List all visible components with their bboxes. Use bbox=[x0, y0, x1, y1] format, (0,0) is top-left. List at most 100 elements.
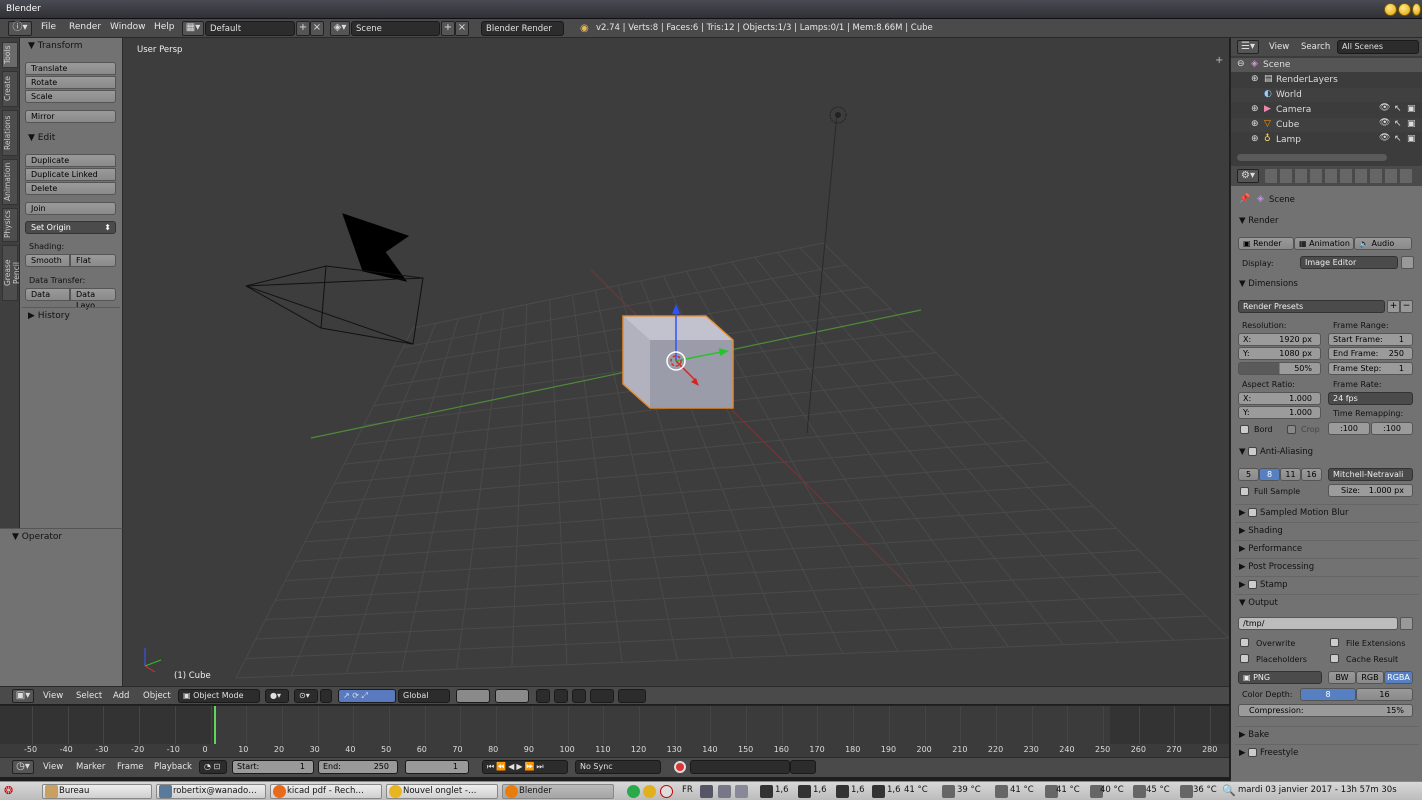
motion-blur-checkbox[interactable] bbox=[1248, 508, 1258, 517]
maximize-button[interactable] bbox=[1398, 3, 1411, 16]
keyboard-layout[interactable]: FR bbox=[682, 785, 693, 795]
end-frame-field[interactable]: End Frame: 250 bbox=[1328, 347, 1413, 360]
tab-animation[interactable]: Animation bbox=[2, 159, 18, 205]
close-button[interactable] bbox=[1412, 3, 1421, 16]
aa-samples-11[interactable]: 11 bbox=[1280, 468, 1301, 481]
editor-type-timeline-icon[interactable]: ◷▾ bbox=[12, 760, 34, 774]
add-layout-button[interactable]: + bbox=[296, 21, 310, 36]
proportional-edit-icon[interactable] bbox=[554, 689, 568, 703]
start-frame-field[interactable]: Start Frame: 1 bbox=[1328, 333, 1413, 346]
menu-window[interactable]: Window bbox=[110, 22, 146, 32]
tab-relations[interactable]: Relations bbox=[2, 110, 18, 156]
crop-checkbox[interactable] bbox=[1287, 425, 1296, 434]
join-button[interactable]: Join bbox=[25, 202, 116, 215]
resolution-x-field[interactable]: X: 1920 px bbox=[1238, 333, 1321, 346]
remove-scene-button[interactable]: × bbox=[455, 21, 469, 36]
timeline-menu-playback[interactable]: Playback bbox=[154, 762, 192, 772]
outliner-row-lamp[interactable]: ⊕ ♁ Lamp 👁 ↖ ▣ bbox=[1231, 133, 1422, 147]
color-bw-button[interactable]: BW bbox=[1328, 671, 1356, 684]
outliner-row-renderlayers[interactable]: ⊕ ▤ RenderLayers bbox=[1231, 73, 1422, 87]
history-panel-header[interactable]: ▶ History bbox=[28, 311, 70, 321]
data-transfer-button[interactable]: Data bbox=[25, 288, 70, 301]
tray-device-icon[interactable] bbox=[735, 785, 748, 798]
render-panel-header[interactable]: ▼ Render bbox=[1239, 216, 1279, 226]
end-frame-field[interactable]: End: 250 bbox=[318, 760, 398, 774]
menu-select[interactable]: Select bbox=[76, 691, 102, 701]
minimize-button[interactable] bbox=[1384, 3, 1397, 16]
tray-network-icon[interactable] bbox=[700, 785, 713, 798]
visibility-eye-icon[interactable]: 👁 bbox=[1379, 103, 1390, 113]
menu-view[interactable]: View bbox=[43, 691, 63, 701]
outliner-row-camera[interactable]: ⊕ ▶ Camera 👁 ↖ ▣ bbox=[1231, 103, 1422, 117]
lamp-object[interactable] bbox=[829, 106, 847, 124]
layers-group-2[interactable] bbox=[495, 689, 529, 703]
sync-select[interactable]: No Sync bbox=[575, 760, 661, 774]
tab-grease-pencil[interactable]: Grease Pencil bbox=[2, 245, 21, 301]
menu-object[interactable]: Object bbox=[143, 691, 171, 701]
file-format-select[interactable]: ▣ PNG bbox=[1238, 671, 1322, 684]
operator-panel-header[interactable]: ▼ Operator bbox=[12, 532, 62, 542]
frame-step-field[interactable]: Frame Step: 1 bbox=[1328, 362, 1413, 375]
task-chrome[interactable]: Nouvel onglet -… bbox=[386, 784, 498, 799]
selectable-arrow-icon[interactable]: ↖ bbox=[1394, 104, 1402, 114]
shading-panel-header[interactable]: ▶ Shading bbox=[1235, 522, 1419, 538]
record-icon[interactable] bbox=[674, 761, 686, 773]
task-mail[interactable]: robertix@wanado… bbox=[156, 784, 266, 799]
render-presets-select[interactable]: Render Presets bbox=[1238, 300, 1385, 313]
layers-group-1[interactable] bbox=[456, 689, 490, 703]
camera-object[interactable] bbox=[245, 213, 424, 345]
aspect-y-field[interactable]: Y: 1.000 bbox=[1238, 406, 1321, 419]
visibility-eye-icon[interactable]: 👁 bbox=[1379, 133, 1390, 143]
current-frame-field[interactable]: 1 bbox=[405, 760, 469, 774]
remove-layout-button[interactable]: × bbox=[310, 21, 324, 36]
menu-add[interactable]: Add bbox=[113, 691, 129, 701]
playback-controls[interactable]: ⏮⏪◀▶⏩⏭ bbox=[482, 760, 568, 774]
editor-type-3d-icon[interactable]: ▣▾ bbox=[12, 689, 34, 703]
color-rgb-button[interactable]: RGB bbox=[1356, 671, 1384, 684]
render-button[interactable]: ▣ Render bbox=[1238, 237, 1294, 250]
scene-icon[interactable]: ◈▾ bbox=[330, 21, 350, 36]
transform-panel-header[interactable]: ▼ Transform bbox=[28, 41, 83, 51]
render-preview-icons[interactable] bbox=[618, 689, 646, 703]
translate-button[interactable]: Translate bbox=[25, 62, 116, 75]
resolution-percentage-slider[interactable]: 50% bbox=[1238, 362, 1321, 375]
render-camera-icon[interactable]: ▣ bbox=[1407, 134, 1416, 144]
duplicate-button[interactable]: Duplicate bbox=[25, 154, 116, 167]
freestyle-panel-header[interactable]: ▶ Freestyle bbox=[1235, 744, 1419, 760]
outliner-scrollbar[interactable] bbox=[1237, 154, 1387, 161]
flat-button[interactable]: Flat bbox=[70, 254, 116, 267]
set-origin-select[interactable]: Set Origin ⬍ bbox=[25, 221, 116, 234]
pin-icon[interactable]: 📌 bbox=[1239, 194, 1250, 204]
manipulator-types[interactable]: ↗ ⟳ ⤢ bbox=[338, 689, 396, 703]
selectable-arrow-icon[interactable]: ↖ bbox=[1394, 119, 1402, 129]
pivot-select[interactable]: ⊙▾ bbox=[294, 689, 318, 703]
file-extensions-checkbox[interactable] bbox=[1330, 638, 1339, 647]
manipulator-toggle[interactable] bbox=[320, 689, 332, 703]
depth-8-button[interactable]: 8 bbox=[1300, 688, 1356, 701]
compression-slider[interactable]: Compression: 15% bbox=[1238, 704, 1413, 717]
tray-volume-icon[interactable] bbox=[718, 785, 731, 798]
edit-panel-header[interactable]: ▼ Edit bbox=[28, 133, 55, 143]
tray-chrome-icon[interactable] bbox=[643, 785, 656, 798]
dimensions-panel-header[interactable]: ▼ Dimensions bbox=[1239, 279, 1298, 289]
outliner-row-scene[interactable]: ⊖ ◈ Scene bbox=[1231, 58, 1422, 72]
preview-range-toggle[interactable]: ◔ ⊡ bbox=[199, 760, 227, 774]
outliner-row-world[interactable]: ◐ World bbox=[1231, 88, 1422, 102]
keying-set-field[interactable] bbox=[690, 760, 790, 774]
screen-layout-icon[interactable]: ▦▾ bbox=[182, 21, 204, 36]
render-engine-select[interactable]: Blender Render bbox=[481, 21, 564, 36]
start-frame-field[interactable]: Start: 1 bbox=[232, 760, 314, 774]
3d-viewport[interactable]: User Persp (1) Cube + bbox=[123, 38, 1229, 686]
aspect-x-field[interactable]: X: 1.000 bbox=[1238, 392, 1321, 405]
outliner-menu-view[interactable]: View bbox=[1269, 42, 1289, 52]
tab-create[interactable]: Create bbox=[2, 71, 18, 107]
outliner-menu-search[interactable]: Search bbox=[1301, 42, 1330, 52]
search-icon[interactable]: 🔍 bbox=[1222, 784, 1236, 797]
context-tabs[interactable] bbox=[1265, 169, 1413, 183]
freestyle-checkbox[interactable] bbox=[1248, 748, 1258, 757]
output-path-field[interactable]: /tmp/ bbox=[1238, 617, 1398, 630]
task-firefox[interactable]: kicad pdf - Rech… bbox=[270, 784, 382, 799]
outliner-filter-select[interactable]: All Scenes bbox=[1337, 40, 1419, 54]
render-camera-icon[interactable]: ▣ bbox=[1407, 119, 1416, 129]
render-camera-icon[interactable]: ▣ bbox=[1407, 104, 1416, 114]
